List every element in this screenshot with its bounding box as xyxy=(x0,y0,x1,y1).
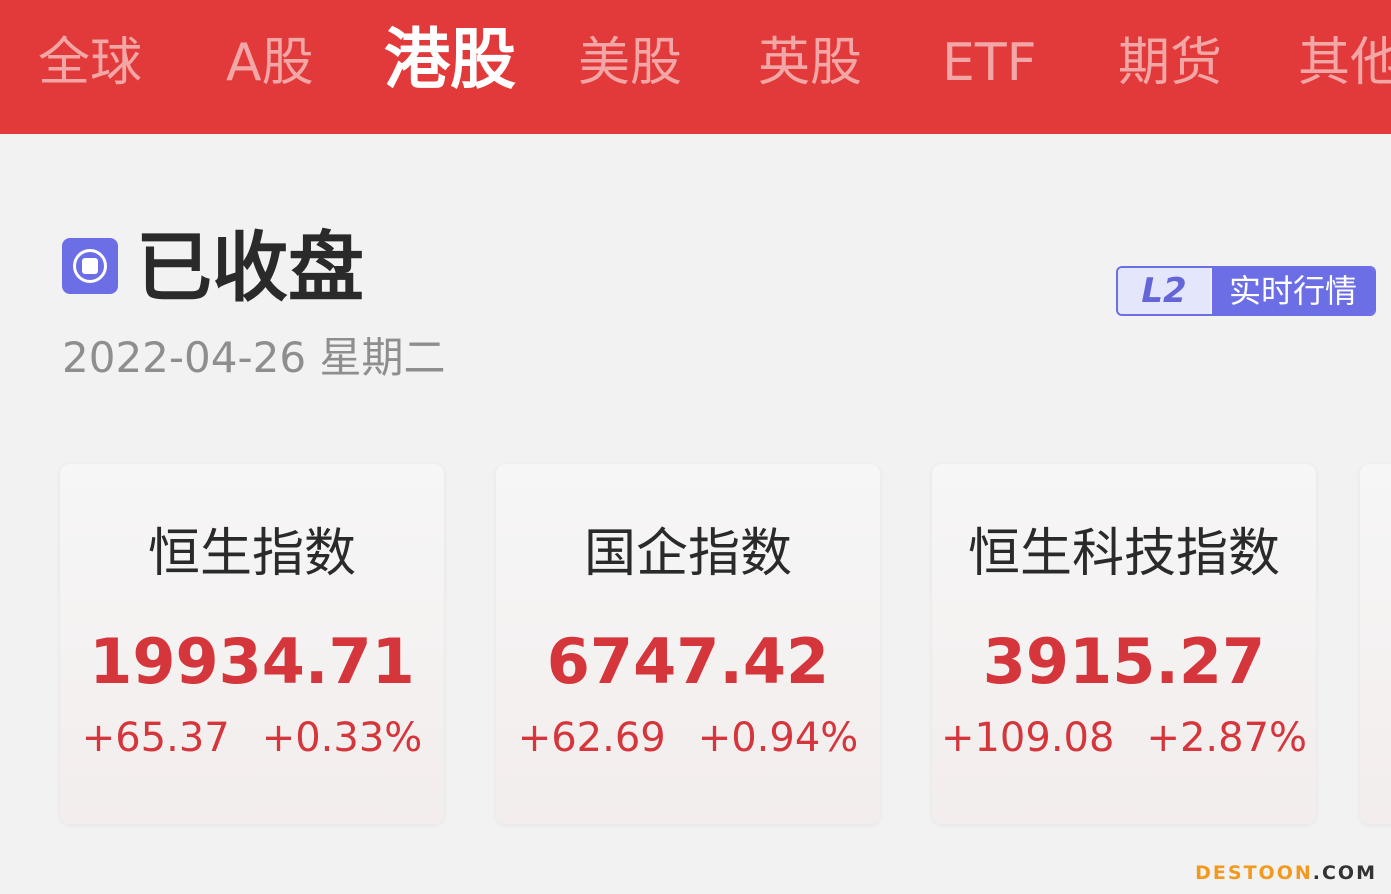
tab-futures[interactable]: 期货 xyxy=(1118,28,1222,98)
watermark-logo: DESTOON.COM xyxy=(1195,862,1377,884)
tab-hk-shares[interactable]: 港股 xyxy=(384,22,516,98)
trading-date: 2022-04-26 星期二 xyxy=(62,330,445,386)
index-card-hstech[interactable]: 恒生科技指数 3915.27 +109.08 +2.87% xyxy=(932,464,1316,824)
market-overview-panel: 已收盘 2022-04-26 星期二 L2 实时行情 恒生指数 19934.71… xyxy=(0,134,1391,894)
l2-tag: L2 xyxy=(1118,268,1210,314)
index-changes: +62.69 +0.94% xyxy=(496,710,880,766)
market-status-title: 已收盘 xyxy=(136,223,364,312)
tab-us-shares[interactable]: 美股 xyxy=(578,28,682,98)
index-change: +109.08 xyxy=(940,715,1115,761)
market-tab-bar: 全球 A股 港股 美股 英股 ETF 期货 其他 xyxy=(0,0,1391,134)
index-change-pct: +0.33% xyxy=(261,715,423,761)
tab-global[interactable]: 全球 xyxy=(38,28,142,98)
market-status-icon xyxy=(62,238,118,294)
l2-realtime-badge[interactable]: L2 实时行情 xyxy=(1116,266,1376,316)
hk-market-page: 全球 A股 港股 美股 英股 ETF 期货 其他 已收盘 2022-04-26 … xyxy=(0,0,1391,894)
index-price: 3915.27 xyxy=(982,625,1266,698)
index-change-pct: +2.87% xyxy=(1146,715,1308,761)
index-change-pct: +0.94% xyxy=(697,715,859,761)
index-price: 6747.42 xyxy=(546,625,830,698)
index-card-hsi[interactable]: 恒生指数 19934.71 +65.37 +0.33% xyxy=(60,464,444,824)
index-name: 恒生科技指数 xyxy=(967,524,1280,584)
watermark-part1: DESTOON xyxy=(1195,862,1313,884)
l2-label: 实时行情 xyxy=(1212,268,1374,314)
index-card-hscei[interactable]: 国企指数 6747.42 +62.69 +0.94% xyxy=(496,464,880,824)
status-dot xyxy=(82,258,98,274)
tab-uk-shares[interactable]: 英股 xyxy=(758,28,862,98)
tab-other[interactable]: 其他 xyxy=(1298,28,1391,98)
index-changes: +109.08 +2.87% xyxy=(932,710,1316,766)
index-change: +65.37 xyxy=(81,715,230,761)
index-card-next-partial[interactable] xyxy=(1360,464,1391,824)
tab-a-shares[interactable]: A股 xyxy=(226,28,314,98)
weekday-value: 星期二 xyxy=(319,333,446,382)
index-changes: +65.37 +0.33% xyxy=(60,710,444,766)
date-value: 2022-04-26 xyxy=(62,333,307,382)
index-change: +62.69 xyxy=(517,715,666,761)
index-name: 国企指数 xyxy=(583,524,792,584)
tab-etf[interactable]: ETF xyxy=(942,28,1037,98)
index-price: 19934.71 xyxy=(89,625,415,698)
watermark-part2: .COM xyxy=(1312,862,1377,884)
index-name: 恒生指数 xyxy=(147,524,356,584)
